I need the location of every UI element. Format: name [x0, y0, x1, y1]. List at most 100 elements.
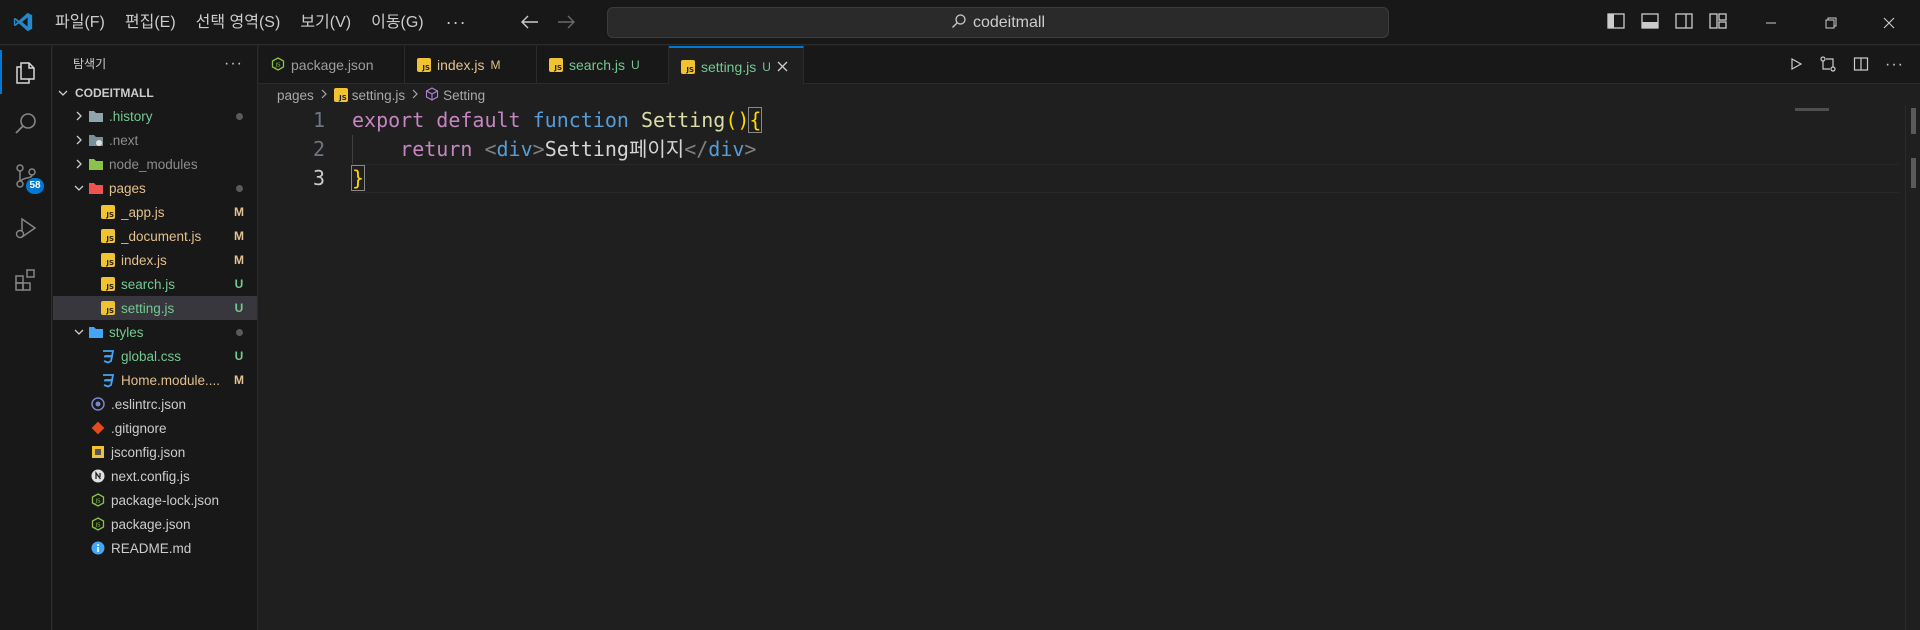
search-activity[interactable]	[0, 98, 52, 150]
tree-item-label: .history	[109, 108, 153, 124]
js-file-icon: JS	[99, 252, 117, 268]
menu-bar: 파일(F) 편집(E) 선택 영역(S) 보기(V) 이동(G) ···	[45, 0, 479, 45]
code-token: Setting페이지	[544, 137, 685, 161]
js-file-icon: JS	[99, 228, 117, 244]
vscode-logo-icon[interactable]	[0, 0, 45, 45]
js-file-icon: JS	[681, 59, 695, 74]
code-editor[interactable]: 1 export default function Setting(){ 2 r…	[259, 106, 1899, 630]
scrollbar-marker	[1911, 158, 1916, 188]
minimize-icon	[1766, 22, 1776, 23]
menu-selection[interactable]: 선택 영역(S)	[186, 0, 291, 45]
menu-file[interactable]: 파일(F)	[45, 0, 115, 45]
code-content: return <div>Setting페이지</div>	[325, 135, 756, 164]
styles-folder-icon	[87, 324, 105, 340]
code-line-3: 3 }	[259, 164, 1899, 193]
restore-button[interactable]	[1802, 0, 1860, 45]
close-window-button[interactable]	[1860, 0, 1918, 45]
code-token: Setting	[641, 108, 726, 132]
explorer-more-button[interactable]: ···	[224, 55, 243, 73]
tree-item-next[interactable]: .next	[53, 128, 257, 152]
run-debug-activity[interactable]	[0, 202, 52, 254]
git-status: U	[234, 301, 244, 315]
compare-changes-icon[interactable]	[1819, 55, 1837, 76]
tree-item-app-js[interactable]: JS _app.js M	[53, 200, 257, 224]
minimize-button[interactable]	[1742, 0, 1800, 45]
breadcrumb-folder[interactable]: pages	[277, 88, 314, 103]
back-arrow-icon[interactable]	[519, 11, 541, 33]
explorer-activity[interactable]	[0, 46, 52, 98]
search-icon	[15, 113, 36, 134]
files-icon	[16, 62, 35, 84]
editor-scrollbar[interactable]	[1905, 106, 1919, 630]
menu-more-button[interactable]: ···	[434, 12, 479, 33]
explorer-header: 탐색기 ···	[53, 46, 257, 81]
breadcrumb-file[interactable]: setting.js	[352, 88, 405, 103]
breadcrumb-symbol[interactable]: Setting	[443, 88, 485, 103]
tree-item-global-css[interactable]: global.css U	[53, 344, 257, 368]
source-control-activity[interactable]: 58	[0, 150, 52, 202]
tree-item-eslintrc[interactable]: .eslintrc.json	[53, 392, 257, 416]
tree-item-label: global.css	[121, 348, 182, 364]
tree-item-label: _app.js	[121, 204, 165, 220]
tree-item-next-config[interactable]: next.config.js	[53, 464, 257, 488]
tree-item-package-lock[interactable]: JS package-lock.json	[53, 488, 257, 512]
tree-item-readme[interactable]: README.md	[53, 536, 257, 560]
tree-item-package-json[interactable]: JS package.json	[53, 512, 257, 536]
chevron-right-icon	[71, 159, 87, 169]
tree-item-label: .next	[109, 132, 139, 148]
line-number: 2	[312, 137, 325, 161]
extensions-activity[interactable]	[0, 254, 52, 306]
split-editor-icon[interactable]	[1853, 56, 1869, 75]
tab-label: search.js	[569, 57, 626, 73]
tree-item-home-module-css[interactable]: Home.module.... M	[53, 368, 257, 392]
scrollbar-thumb[interactable]	[1911, 108, 1916, 134]
more-actions-icon[interactable]: ···	[1885, 56, 1904, 74]
tree-item-gitignore[interactable]: .gitignore	[53, 416, 257, 440]
tab-setting-js[interactable]: JS setting.js U	[669, 46, 804, 85]
code-token: >	[532, 137, 545, 161]
workspace-root[interactable]: CODEITMALL	[53, 82, 257, 104]
tree-item-history[interactable]: .history	[53, 104, 257, 128]
tab-label: setting.js	[701, 58, 757, 75]
menu-view[interactable]: 보기(V)	[290, 0, 361, 45]
eslint-icon	[89, 396, 107, 412]
command-center-search[interactable]: codeitmall	[607, 7, 1389, 38]
run-debug-icon	[15, 217, 37, 239]
nodejs-icon: JS	[89, 492, 107, 508]
css-file-icon	[99, 372, 117, 388]
tab-search-js[interactable]: JS search.js U	[537, 46, 669, 84]
js-file-icon: JS	[417, 58, 431, 72]
git-status: M	[234, 373, 244, 387]
tab-package-json[interactable]: JS package.json	[259, 46, 405, 84]
tree-item-index-js[interactable]: JS index.js M	[53, 248, 257, 272]
menu-go[interactable]: 이동(G)	[361, 0, 434, 45]
customize-layout-icon[interactable]	[1708, 11, 1728, 34]
workspace-root-label: CODEITMALL	[75, 86, 154, 100]
tree-item-document-js[interactable]: JS _document.js M	[53, 224, 257, 248]
toggle-secondary-sidebar-icon[interactable]	[1674, 11, 1694, 34]
tree-item-label: next.config.js	[111, 468, 190, 484]
indent-guide	[352, 135, 353, 164]
folder-icon	[87, 108, 105, 124]
tree-item-setting-js[interactable]: JS setting.js U	[53, 296, 257, 320]
code-content: export default function Setting(){	[325, 106, 763, 135]
minimap[interactable]	[1795, 108, 1829, 111]
git-dot	[229, 181, 249, 195]
tree-item-node-modules[interactable]: node_modules	[53, 152, 257, 176]
tab-index-js[interactable]: JS index.js M	[405, 46, 537, 84]
chevron-down-icon	[71, 327, 87, 337]
toggle-panel-icon[interactable]	[1640, 11, 1660, 34]
menu-edit[interactable]: 편집(E)	[115, 0, 186, 45]
tree-item-pages[interactable]: pages	[53, 176, 257, 200]
toggle-primary-sidebar-icon[interactable]	[1606, 11, 1626, 34]
close-tab-icon[interactable]	[777, 59, 788, 75]
tree-item-search-js[interactable]: JS search.js U	[53, 272, 257, 296]
forward-arrow-icon[interactable]	[555, 11, 577, 33]
tree-item-label: styles	[109, 324, 144, 340]
tree-item-styles[interactable]: styles	[53, 320, 257, 344]
tree-item-label: package-lock.json	[111, 492, 220, 508]
tree-item-jsconfig[interactable]: jsconfig.json	[53, 440, 257, 464]
code-token: <	[484, 137, 497, 161]
run-icon[interactable]	[1789, 57, 1803, 74]
tree-item-label: package.json	[111, 516, 191, 532]
